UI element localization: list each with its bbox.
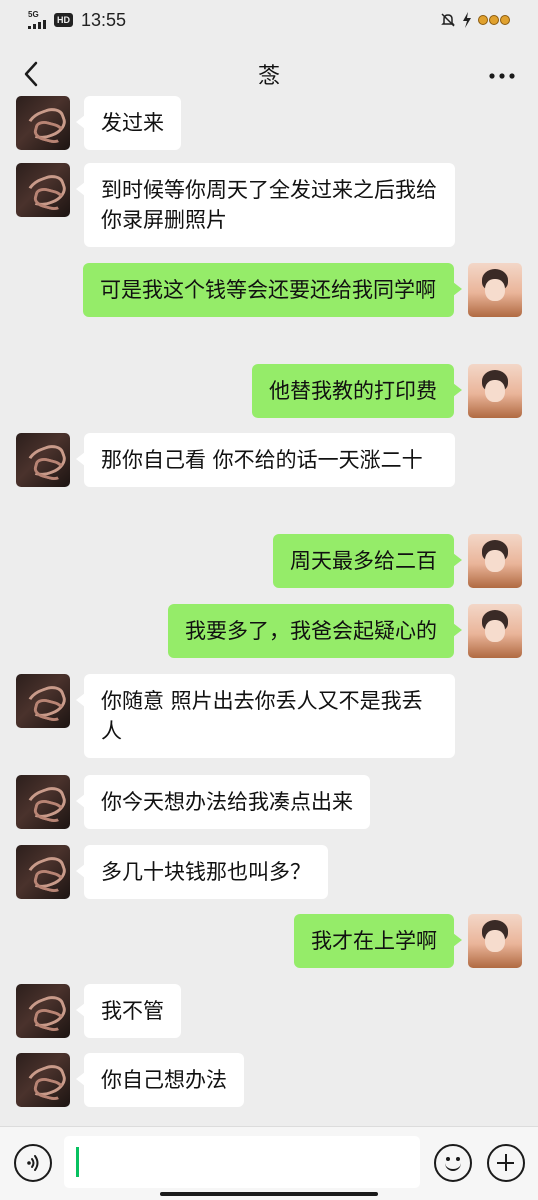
contact-avatar[interactable] (16, 674, 70, 728)
message-input[interactable] (64, 1136, 420, 1188)
self-avatar[interactable] (468, 604, 522, 658)
message-bubble[interactable]: 你自己想办法 (76, 1053, 244, 1107)
message-bubble[interactable]: 那你自己看 你不给的话一天涨二十 (76, 433, 455, 487)
message-bubble[interactable]: 多几十块钱那也叫多？ (76, 845, 328, 899)
self-avatar[interactable] (468, 534, 522, 588)
message-bubble[interactable]: 我才在上学啊 (294, 914, 462, 968)
contact-avatar[interactable] (16, 775, 70, 829)
voice-icon (27, 1155, 39, 1171)
input-bar (0, 1126, 538, 1200)
contact-avatar[interactable] (16, 1053, 70, 1107)
contact-avatar[interactable] (16, 163, 70, 217)
emoji-button[interactable] (434, 1144, 472, 1182)
self-avatar[interactable] (468, 914, 522, 968)
contact-avatar[interactable] (16, 433, 70, 487)
contact-avatar[interactable] (16, 845, 70, 899)
message-bubble[interactable]: 到时候等你周天了全发过来之后我给你录屏删照片 (76, 163, 455, 247)
contact-avatar[interactable] (16, 96, 70, 150)
message-bubble[interactable]: 我不管 (76, 984, 181, 1038)
plus-button[interactable] (487, 1144, 525, 1182)
message-bubble[interactable]: 周天最多给二百 (273, 534, 462, 588)
contact-avatar[interactable] (16, 984, 70, 1038)
text-cursor (76, 1147, 79, 1177)
message-list: 发过来 到时候等你周天了全发过来之后我给你录屏删照片 可是我这个钱等会还要还给我… (0, 0, 538, 1120)
message-bubble[interactable]: 发过来 (76, 96, 181, 150)
message-bubble[interactable]: 可是我这个钱等会还要还给我同学啊 (83, 263, 462, 317)
home-indicator (160, 1192, 378, 1196)
message-bubble[interactable]: 他替我教的打印费 (252, 364, 462, 418)
self-avatar[interactable] (468, 263, 522, 317)
voice-button[interactable] (14, 1144, 52, 1182)
message-bubble[interactable]: 你今天想办法给我凑点出来 (76, 775, 370, 829)
message-bubble[interactable]: 你随意 照片出去你丢人又不是我丢人 (76, 674, 455, 758)
message-bubble[interactable]: 我要多了，我爸会起疑心的 (168, 604, 462, 658)
self-avatar[interactable] (468, 364, 522, 418)
